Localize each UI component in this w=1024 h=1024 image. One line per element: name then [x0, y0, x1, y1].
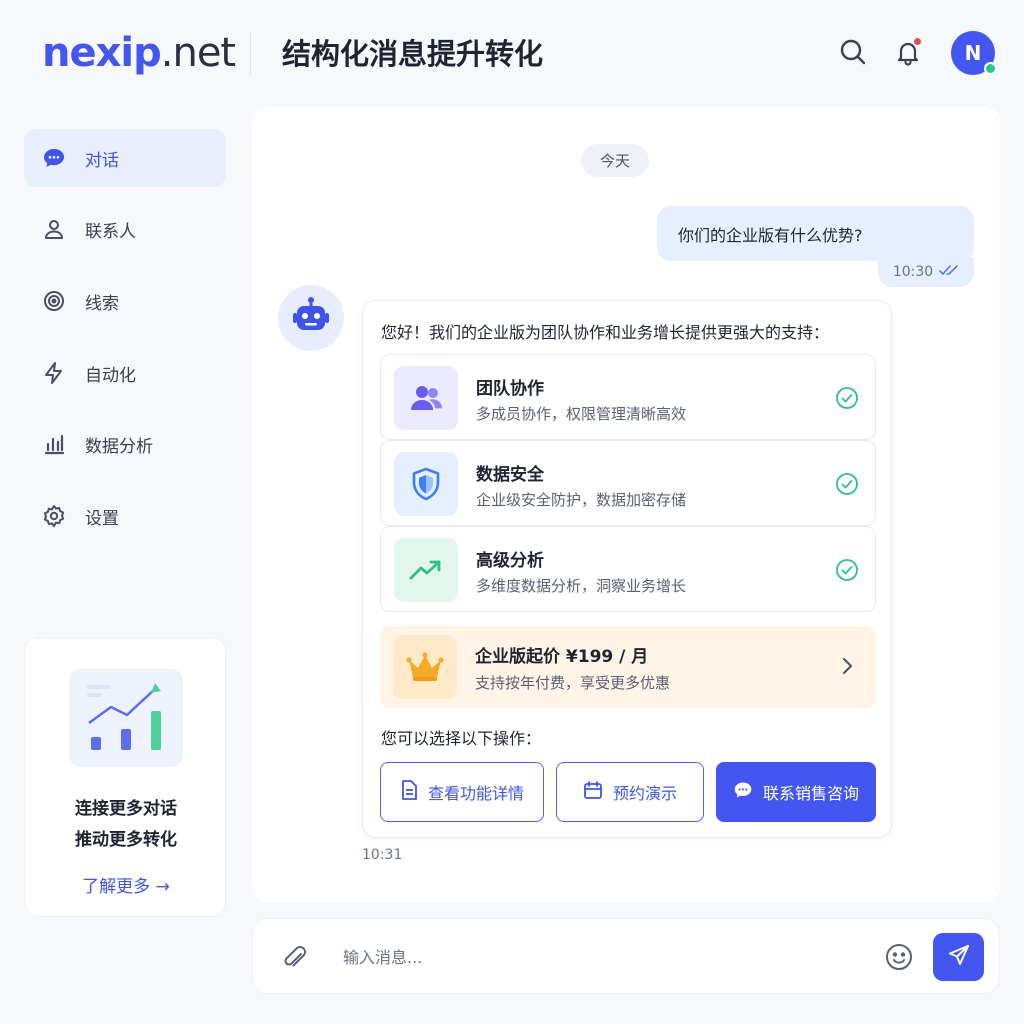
chat-bubble-icon	[733, 780, 753, 804]
check-circle-icon	[835, 472, 859, 496]
sidebar-item-label: 联系人	[85, 221, 136, 242]
emoji-icon[interactable]	[884, 942, 914, 972]
sidebar-item-label: 设置	[85, 508, 119, 529]
lightning-icon	[42, 361, 66, 385]
logo-brand: nexip	[42, 30, 162, 76]
feature-row: 高级分析 多维度数据分析，洞察业务增长	[380, 526, 876, 612]
bar-chart-icon	[42, 432, 66, 456]
sidebar-item-analytics[interactable]: 数据分析	[24, 415, 226, 473]
promo-headline-1: 连接更多对话	[75, 799, 177, 819]
bot-intro-text: 您好！我们的企业版为团队协作和业务增长提供更强大的支持：	[381, 323, 830, 342]
avatar[interactable]: N	[951, 31, 997, 75]
notification-dot	[913, 37, 922, 46]
bell-icon[interactable]	[890, 34, 926, 70]
sidebar-item-leads[interactable]: 线索	[24, 272, 226, 330]
user-icon	[42, 217, 66, 241]
button-label: 联系销售咨询	[762, 784, 859, 803]
button-label: 查看功能详情	[427, 784, 524, 803]
top-header: nexip.net 结构化消息提升转化 N	[0, 0, 1024, 104]
chat-panel: 今天 你们的企业版有什么优势? 10:30 您好！我们的企业版为团队协作和业务增…	[252, 107, 1000, 903]
sidebar-item-chat[interactable]: 对话	[24, 129, 226, 187]
chat-icon	[42, 146, 66, 170]
send-button[interactable]	[933, 933, 984, 981]
calendar-icon	[583, 780, 603, 804]
message-composer	[252, 918, 1000, 994]
button-label: 预约演示	[612, 784, 677, 803]
book-demo-button[interactable]: 预约演示	[556, 762, 704, 822]
promo-card: 连接更多对话 推动更多转化 了解更多 →	[24, 637, 226, 917]
price-title: 企业版起价 ¥199 / 月	[475, 647, 649, 667]
bot-message-time: 10:31	[362, 847, 403, 863]
check-circle-icon	[835, 386, 859, 410]
page-title: 结构化消息提升转化	[282, 37, 544, 71]
user-message-text: 你们的企业版有什么优势?	[678, 225, 863, 245]
chevron-right-icon	[836, 655, 858, 677]
document-icon	[400, 780, 418, 804]
robot-icon	[289, 294, 333, 342]
promo-headline-2: 推动更多转化	[75, 830, 177, 850]
search-icon[interactable]	[835, 34, 871, 70]
target-icon	[42, 289, 66, 313]
view-features-button[interactable]: 查看功能详情	[380, 762, 544, 822]
sidebar-item-settings[interactable]: 设置	[24, 487, 226, 545]
growth-chart-illustration	[69, 669, 183, 767]
message-input[interactable]	[343, 939, 863, 975]
feature-row: 团队协作 多成员协作，权限管理清晰高效	[380, 354, 876, 440]
sidebar-item-label: 数据分析	[85, 436, 153, 457]
header-divider	[250, 33, 251, 75]
sidebar-item-label: 自动化	[85, 365, 136, 386]
feature-title: 高级分析	[476, 551, 544, 571]
feature-title: 数据安全	[476, 465, 544, 485]
feature-desc: 多成员协作，权限管理清晰高效	[476, 405, 687, 423]
trend-up-icon	[394, 538, 458, 602]
sidebar-item-label: 线索	[85, 293, 119, 314]
crown-icon	[393, 635, 457, 699]
send-icon	[947, 943, 971, 971]
bot-avatar	[278, 285, 344, 351]
feature-title: 团队协作	[476, 379, 544, 399]
feature-desc: 多维度数据分析，洞察业务增长	[476, 577, 687, 595]
feature-desc: 企业级安全防护，数据加密存储	[476, 491, 687, 509]
double-check-icon	[939, 264, 959, 280]
bot-message-card: 您好！我们的企业版为团队协作和业务增长提供更强大的支持： 团队协作 多成员协作，…	[362, 300, 892, 838]
shield-icon	[394, 452, 458, 516]
check-circle-icon	[835, 558, 859, 582]
contact-sales-button[interactable]: 联系销售咨询	[716, 762, 876, 822]
user-message-bubble: 你们的企业版有什么优势?	[657, 206, 974, 261]
price-desc: 支持按年付费，享受更多优惠	[475, 674, 671, 692]
paperclip-icon[interactable]	[280, 943, 310, 973]
avatar-initial: N	[964, 41, 982, 65]
logo-tld: .net	[160, 30, 236, 76]
sidebar-item-contacts[interactable]: 联系人	[24, 200, 226, 258]
date-separator: 今天	[581, 144, 649, 177]
sidebar-item-automation[interactable]: 自动化	[24, 344, 226, 402]
actions-label: 您可以选择以下操作：	[381, 729, 542, 748]
user-message-time: 10:30	[892, 264, 934, 280]
pricing-card[interactable]: 企业版起价 ¥199 / 月 支持按年付费，享受更多优惠	[380, 626, 876, 708]
online-status-dot	[984, 62, 997, 75]
team-icon	[394, 366, 458, 430]
logo[interactable]: nexip.net	[42, 30, 236, 76]
learn-more-link[interactable]: 了解更多 →	[25, 872, 227, 897]
user-message-meta: 10:30	[878, 257, 974, 287]
sidebar-item-label: 对话	[85, 150, 119, 171]
feature-row: 数据安全 企业级安全防护，数据加密存储	[380, 440, 876, 526]
gear-icon	[42, 504, 66, 528]
